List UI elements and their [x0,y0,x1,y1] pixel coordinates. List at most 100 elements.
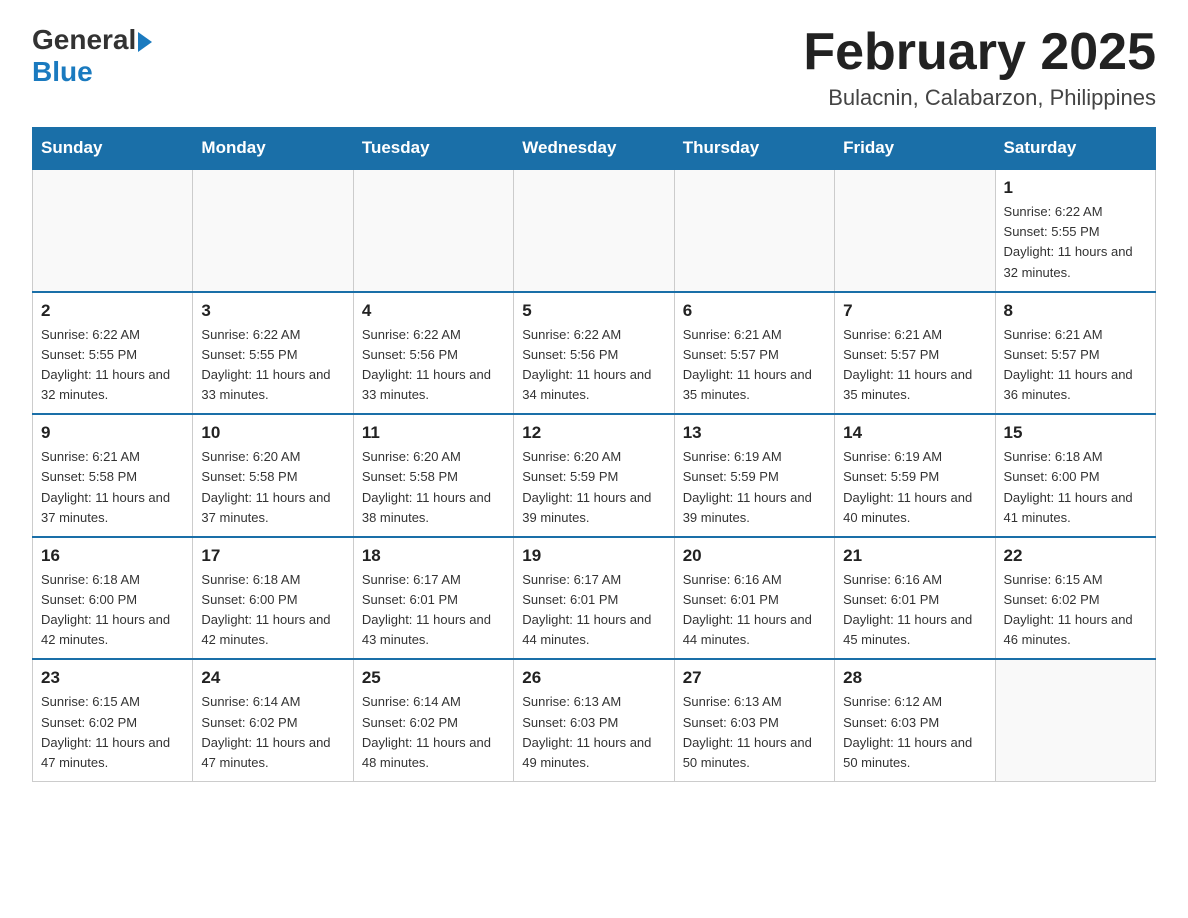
day-number: 23 [41,668,184,688]
day-number: 10 [201,423,344,443]
calendar-cell: 6 Sunrise: 6:21 AM Sunset: 5:57 PM Daylig… [674,292,834,415]
page-header: General Blue February 2025 Bulacnin, Cal… [32,24,1156,111]
day-info: Sunrise: 6:16 AM Sunset: 6:01 PM Dayligh… [843,570,986,651]
day-number: 11 [362,423,505,443]
weekday-header-sunday: Sunday [33,128,193,170]
day-info: Sunrise: 6:19 AM Sunset: 5:59 PM Dayligh… [843,447,986,528]
calendar-table: SundayMondayTuesdayWednesdayThursdayFrid… [32,127,1156,782]
day-info: Sunrise: 6:21 AM Sunset: 5:57 PM Dayligh… [843,325,986,406]
calendar-cell: 26Sunrise: 6:13 AM Sunset: 6:03 PM Dayli… [514,659,674,781]
month-title: February 2025 [803,24,1156,81]
day-number: 21 [843,546,986,566]
calendar-cell: 9 Sunrise: 6:21 AM Sunset: 5:58 PM Daylig… [33,414,193,537]
day-number: 18 [362,546,505,566]
day-info: Sunrise: 6:13 AM Sunset: 6:03 PM Dayligh… [522,692,665,773]
day-info: Sunrise: 6:20 AM Sunset: 5:59 PM Dayligh… [522,447,665,528]
day-number: 9 [41,423,184,443]
calendar-cell: 2Sunrise: 6:22 AM Sunset: 5:55 PM Daylig… [33,292,193,415]
calendar-cell: 25 Sunrise: 6:14 AM Sunset: 6:02 PM Dayli… [353,659,513,781]
day-number: 4 [362,301,505,321]
day-info: Sunrise: 6:14 AM Sunset: 6:02 PM Dayligh… [362,692,505,773]
week-row-5: 23 Sunrise: 6:15 AM Sunset: 6:02 PM Dayli… [33,659,1156,781]
location-title: Bulacnin, Calabarzon, Philippines [803,85,1156,111]
day-info: Sunrise: 6:18 AM Sunset: 6:00 PM Dayligh… [41,570,184,651]
calendar-cell: 19 Sunrise: 6:17 AM Sunset: 6:01 PM Dayli… [514,537,674,660]
calendar-cell: 24 Sunrise: 6:14 AM Sunset: 6:02 PM Dayli… [193,659,353,781]
calendar-cell: 14 Sunrise: 6:19 AM Sunset: 5:59 PM Dayli… [835,414,995,537]
calendar-cell: 11Sunrise: 6:20 AM Sunset: 5:58 PM Dayli… [353,414,513,537]
day-info: Sunrise: 6:19 AM Sunset: 5:59 PM Dayligh… [683,447,826,528]
calendar-cell [674,169,834,292]
day-number: 13 [683,423,826,443]
day-number: 14 [843,423,986,443]
calendar-cell: 16 Sunrise: 6:18 AM Sunset: 6:00 PM Dayli… [33,537,193,660]
day-info: Sunrise: 6:17 AM Sunset: 6:01 PM Dayligh… [522,570,665,651]
day-info: Sunrise: 6:21 AM Sunset: 5:57 PM Dayligh… [683,325,826,406]
calendar-cell: 21 Sunrise: 6:16 AM Sunset: 6:01 PM Dayli… [835,537,995,660]
day-number: 24 [201,668,344,688]
calendar-cell [33,169,193,292]
calendar-cell: 8 Sunrise: 6:21 AM Sunset: 5:57 PM Daylig… [995,292,1155,415]
weekday-header-monday: Monday [193,128,353,170]
day-info: Sunrise: 6:14 AM Sunset: 6:02 PM Dayligh… [201,692,344,773]
calendar-cell: 1Sunrise: 6:22 AM Sunset: 5:55 PM Daylig… [995,169,1155,292]
title-block: February 2025 Bulacnin, Calabarzon, Phil… [803,24,1156,111]
calendar-cell: 7 Sunrise: 6:21 AM Sunset: 5:57 PM Daylig… [835,292,995,415]
calendar-cell: 3 Sunrise: 6:22 AM Sunset: 5:55 PM Daylig… [193,292,353,415]
day-number: 8 [1004,301,1147,321]
day-info: Sunrise: 6:17 AM Sunset: 6:01 PM Dayligh… [362,570,505,651]
day-number: 12 [522,423,665,443]
calendar-cell: 17Sunrise: 6:18 AM Sunset: 6:00 PM Dayli… [193,537,353,660]
calendar-cell [514,169,674,292]
calendar-cell: 18 Sunrise: 6:17 AM Sunset: 6:01 PM Dayli… [353,537,513,660]
day-number: 27 [683,668,826,688]
day-info: Sunrise: 6:22 AM Sunset: 5:56 PM Dayligh… [362,325,505,406]
day-number: 6 [683,301,826,321]
day-number: 25 [362,668,505,688]
calendar-cell: 27Sunrise: 6:13 AM Sunset: 6:03 PM Dayli… [674,659,834,781]
day-number: 16 [41,546,184,566]
calendar-cell [835,169,995,292]
calendar-cell: 10 Sunrise: 6:20 AM Sunset: 5:58 PM Dayli… [193,414,353,537]
weekday-header-friday: Friday [835,128,995,170]
day-number: 22 [1004,546,1147,566]
weekday-header-tuesday: Tuesday [353,128,513,170]
day-number: 28 [843,668,986,688]
week-row-3: 9 Sunrise: 6:21 AM Sunset: 5:58 PM Daylig… [33,414,1156,537]
weekday-header-thursday: Thursday [674,128,834,170]
calendar-cell: 4 Sunrise: 6:22 AM Sunset: 5:56 PM Daylig… [353,292,513,415]
day-info: Sunrise: 6:15 AM Sunset: 6:02 PM Dayligh… [1004,570,1147,651]
day-number: 2 [41,301,184,321]
weekday-header-wednesday: Wednesday [514,128,674,170]
day-number: 5 [522,301,665,321]
calendar-cell [193,169,353,292]
calendar-cell [353,169,513,292]
day-info: Sunrise: 6:22 AM Sunset: 5:55 PM Dayligh… [201,325,344,406]
day-number: 3 [201,301,344,321]
logo: General Blue [32,24,152,88]
calendar-cell [995,659,1155,781]
day-number: 20 [683,546,826,566]
weekday-header-saturday: Saturday [995,128,1155,170]
day-number: 15 [1004,423,1147,443]
calendar-cell: 5Sunrise: 6:22 AM Sunset: 5:56 PM Daylig… [514,292,674,415]
week-row-1: 1Sunrise: 6:22 AM Sunset: 5:55 PM Daylig… [33,169,1156,292]
day-number: 7 [843,301,986,321]
calendar-cell: 23 Sunrise: 6:15 AM Sunset: 6:02 PM Dayli… [33,659,193,781]
day-info: Sunrise: 6:21 AM Sunset: 5:57 PM Dayligh… [1004,325,1147,406]
day-info: Sunrise: 6:12 AM Sunset: 6:03 PM Dayligh… [843,692,986,773]
day-info: Sunrise: 6:18 AM Sunset: 6:00 PM Dayligh… [1004,447,1147,528]
day-info: Sunrise: 6:15 AM Sunset: 6:02 PM Dayligh… [41,692,184,773]
week-row-4: 16 Sunrise: 6:18 AM Sunset: 6:00 PM Dayli… [33,537,1156,660]
calendar-cell: 28 Sunrise: 6:12 AM Sunset: 6:03 PM Dayli… [835,659,995,781]
weekday-header-row: SundayMondayTuesdayWednesdayThursdayFrid… [33,128,1156,170]
logo-blue-text: Blue [32,56,93,88]
calendar-cell: 15 Sunrise: 6:18 AM Sunset: 6:00 PM Dayli… [995,414,1155,537]
calendar-cell: 13 Sunrise: 6:19 AM Sunset: 5:59 PM Dayli… [674,414,834,537]
day-info: Sunrise: 6:21 AM Sunset: 5:58 PM Dayligh… [41,447,184,528]
day-info: Sunrise: 6:18 AM Sunset: 6:00 PM Dayligh… [201,570,344,651]
day-info: Sunrise: 6:20 AM Sunset: 5:58 PM Dayligh… [201,447,344,528]
day-info: Sunrise: 6:22 AM Sunset: 5:55 PM Dayligh… [1004,202,1147,283]
calendar-cell: 22 Sunrise: 6:15 AM Sunset: 6:02 PM Dayli… [995,537,1155,660]
day-number: 19 [522,546,665,566]
